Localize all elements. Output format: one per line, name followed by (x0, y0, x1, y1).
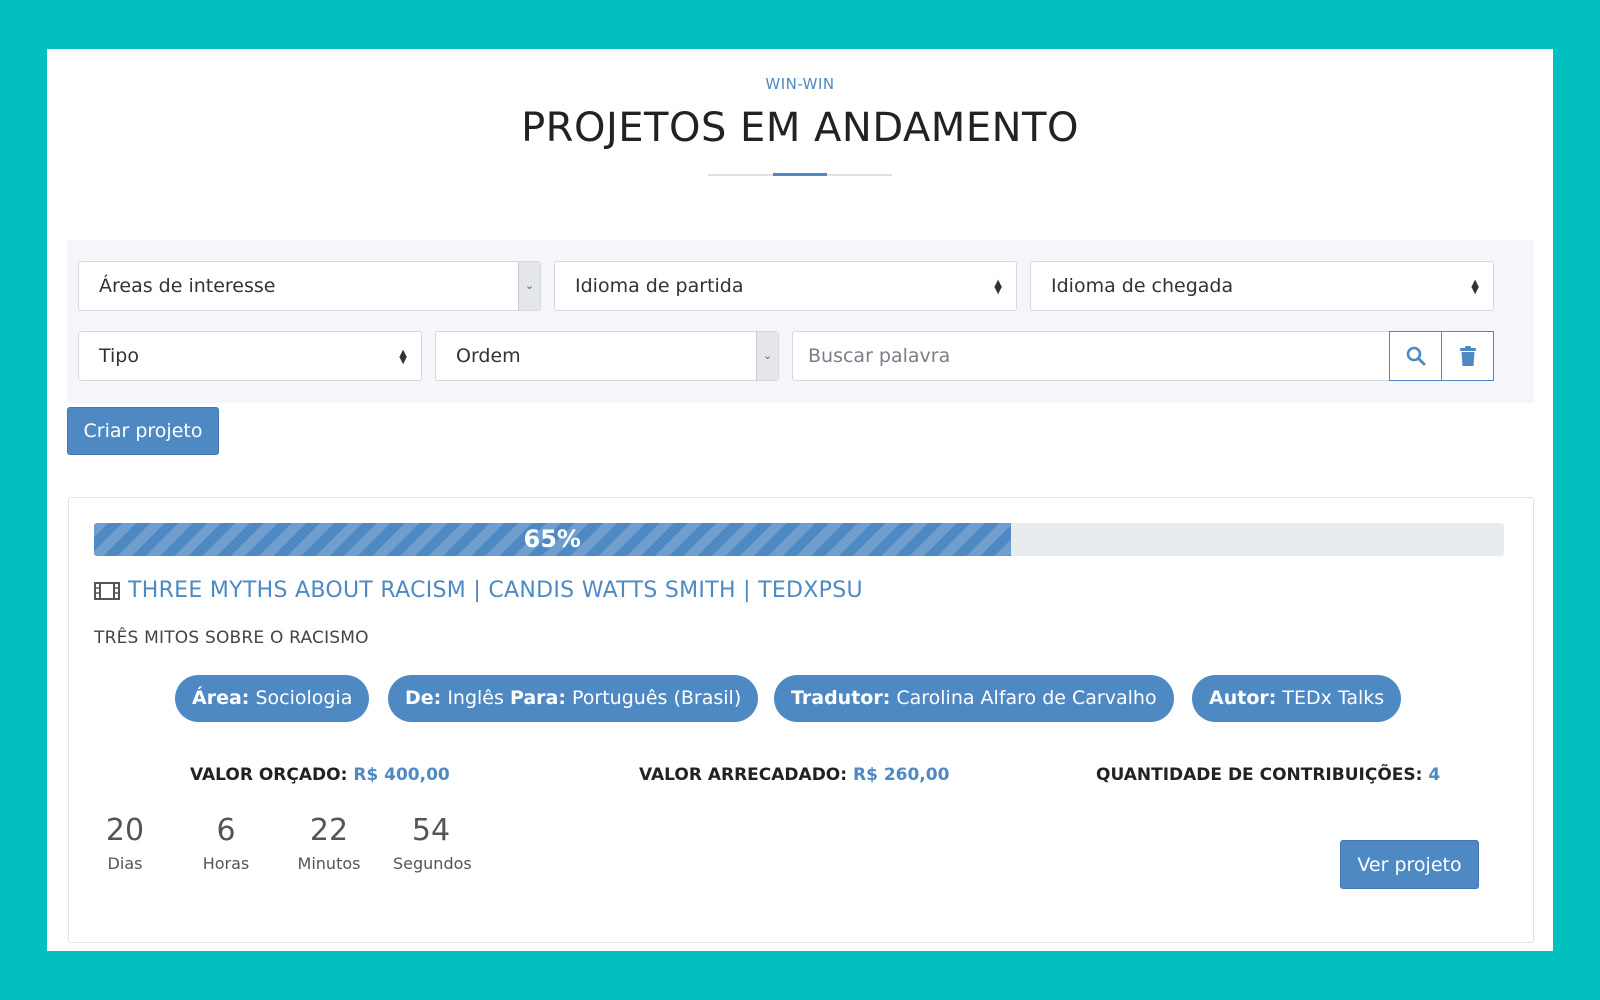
search-input[interactable]: Buscar palavra (792, 331, 1391, 381)
seconds-value: 54 (411, 813, 451, 848)
sort-arrows-icon: ▲ ▼ (399, 347, 407, 366)
section-eyebrow: WIN-WIN (765, 75, 835, 93)
areas-select-label: Áreas de interesse (99, 275, 276, 297)
target-language-label: Idioma de chegada (1051, 275, 1234, 297)
contributions-value: 4 (1428, 765, 1441, 785)
countdown-minutes: 22 Minutos (297, 813, 361, 873)
sort-arrows-icon: ▲ ▼ (1471, 277, 1479, 296)
search-icon (1406, 346, 1425, 366)
contributions-label: QUANTIDADE DE CONTRIBUIÇÕES: (1096, 765, 1423, 785)
seconds-label: Segundos (393, 854, 472, 873)
title-divider-accent (773, 173, 827, 176)
author-chip-value: TEDx Talks (1282, 687, 1385, 709)
from-chip-label: De: (405, 687, 442, 709)
main-panel: WIN-WIN PROJETOS EM ANDAMENTO Áreas de i… (47, 49, 1553, 951)
chevron-down-icon: ⌄ (756, 332, 778, 380)
order-select-label: Ordem (456, 345, 521, 367)
progress-fill: 65% (94, 523, 1011, 556)
project-subtitle: TRÊS MITOS SOBRE O RACISMO (94, 628, 369, 648)
filter-panel: Áreas de interesse ⌄ Idioma de partida ▲… (67, 240, 1534, 403)
countdown-days: 20 Dias (105, 813, 145, 873)
budget-value: R$ 400,00 (353, 765, 450, 785)
language-chip: De: Inglês Para: Português (Brasil) (388, 675, 759, 722)
sort-arrows-icon: ▲ ▼ (994, 277, 1002, 296)
translator-chip-label: Tradutor: (791, 687, 891, 709)
from-chip-value: Inglês (447, 687, 504, 709)
create-project-button[interactable]: Criar projeto (67, 407, 219, 455)
funding-progress-bar: 65% (94, 523, 1504, 556)
days-label: Dias (107, 854, 143, 873)
chevron-down-icon: ⌄ (518, 262, 540, 310)
order-select[interactable]: Ordem ⌄ (435, 331, 779, 381)
areas-select[interactable]: Áreas de interesse ⌄ (78, 261, 541, 311)
countdown-hours: 6 Horas (201, 813, 251, 873)
search-button[interactable] (1389, 331, 1442, 381)
hours-label: Horas (202, 854, 250, 873)
budget-label: VALOR ORÇADO: (190, 765, 348, 785)
search-placeholder: Buscar palavra (808, 345, 951, 367)
raised-stat: VALOR ARRECADADO: R$ 260,00 (639, 765, 949, 785)
target-language-select[interactable]: Idioma de chegada ▲ ▼ (1030, 261, 1494, 311)
project-card: 65% THREE MYTHS ABOUT RACISM | CANDIS WA… (68, 497, 1534, 943)
progress-label: 65% (523, 525, 581, 553)
minutes-value: 22 (309, 813, 349, 848)
area-chip-label: Área: (192, 687, 250, 709)
type-select-label: Tipo (99, 345, 139, 367)
to-chip-value: Português (Brasil) (572, 687, 742, 709)
author-chip: Autor: TEDx Talks (1192, 675, 1402, 722)
clear-button[interactable] (1441, 331, 1494, 381)
source-language-label: Idioma de partida (575, 275, 744, 297)
trash-icon (1459, 346, 1476, 366)
view-project-button[interactable]: Ver projeto (1340, 840, 1479, 889)
minutes-label: Minutos (297, 854, 361, 873)
days-value: 20 (105, 813, 145, 848)
area-chip-value: Sociologia (255, 687, 353, 709)
translator-chip: Tradutor: Carolina Alfaro de Carvalho (774, 675, 1174, 722)
page-title: PROJETOS EM ANDAMENTO (521, 105, 1079, 151)
area-chip: Área: Sociologia (175, 675, 370, 722)
source-language-select[interactable]: Idioma de partida ▲ ▼ (554, 261, 1017, 311)
project-title-link[interactable]: THREE MYTHS ABOUT RACISM | CANDIS WATTS … (94, 578, 863, 603)
author-chip-label: Autor: (1209, 687, 1277, 709)
hours-value: 6 (216, 813, 236, 848)
translator-chip-value: Carolina Alfaro de Carvalho (896, 687, 1157, 709)
countdown-seconds: 54 Segundos (393, 813, 472, 873)
budget-stat: VALOR ORÇADO: R$ 400,00 (190, 765, 450, 785)
raised-value: R$ 260,00 (852, 765, 950, 785)
type-select[interactable]: Tipo ▲ ▼ (78, 331, 422, 381)
raised-label: VALOR ARRECADADO: (639, 765, 848, 785)
film-icon (94, 581, 120, 600)
contributions-stat: QUANTIDADE DE CONTRIBUIÇÕES: 4 (1096, 765, 1440, 785)
to-chip-label: Para: (509, 687, 566, 709)
project-title: THREE MYTHS ABOUT RACISM | CANDIS WATTS … (128, 578, 863, 603)
